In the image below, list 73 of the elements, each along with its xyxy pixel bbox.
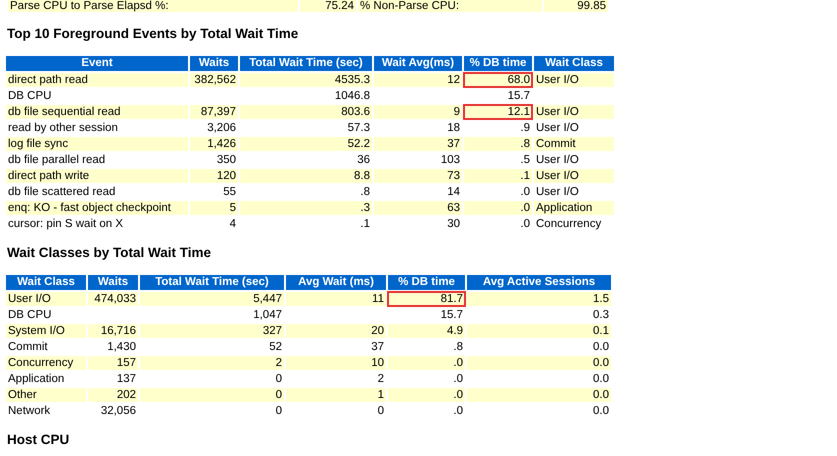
column-header: Wait Avg(ms) — [374, 56, 462, 71]
table-cell: 327 — [140, 324, 284, 338]
table-cell: 16,716 — [88, 324, 138, 338]
table-cell: .0 — [464, 201, 532, 215]
table-cell: 12.1 — [464, 105, 532, 119]
table-cell: 99.85 — [544, 0, 608, 12]
table-cell: 4535.3 — [240, 73, 372, 87]
table-cell: 1,426 — [190, 137, 238, 151]
table-cell: 157 — [88, 356, 138, 370]
column-header: Event — [6, 56, 188, 71]
table-cell: direct path read — [6, 73, 188, 87]
table-cell: .8 — [464, 137, 532, 151]
column-header: Avg Wait (ms) — [286, 275, 386, 290]
table-cell: User I/O — [534, 105, 614, 119]
table-cell: .1 — [464, 169, 532, 183]
table-cell: User I/O — [6, 292, 86, 306]
column-header: Avg Active Sessions — [467, 275, 611, 290]
table-cell: 0.0 — [467, 388, 611, 402]
column-header: % DB time — [388, 275, 465, 290]
table-cell: Other — [6, 388, 86, 402]
table-cell: Parse CPU to Parse Elapsd %: — [8, 0, 298, 12]
table-cell: 1.5 — [467, 292, 611, 306]
section-title: Wait Classes by Total Wait Time — [7, 245, 212, 261]
column-header: Wait Class — [534, 56, 614, 71]
table-cell: enq: KO - fast object checkpoint — [6, 201, 188, 215]
table-cell: direct path write — [6, 169, 188, 183]
column-header: Waits — [190, 56, 238, 71]
table-cell: Commit — [534, 137, 614, 151]
table-cell: 474,033 — [88, 292, 138, 306]
column-header: Waits — [88, 275, 138, 290]
table-cell: 8.8 — [240, 169, 372, 183]
table-cell: 0.1 — [467, 324, 611, 338]
table-cell: 9 — [374, 105, 462, 119]
section-title: Top 10 Foreground Events by Total Wait Time — [7, 26, 300, 42]
table-cell: 0.0 — [467, 356, 611, 370]
table-cell: 0 — [140, 388, 284, 402]
table-cell: 52.2 — [240, 137, 372, 151]
table-cell: 73 — [374, 169, 462, 183]
table-cell: 10 — [286, 356, 386, 370]
section-title: Host CPU — [7, 432, 70, 448]
table-cell: Application — [534, 201, 614, 215]
table-cell: 4.9 — [388, 324, 465, 338]
table-cell: User I/O — [534, 169, 614, 183]
table-cell: db file sequential read — [6, 105, 188, 119]
table-cell: 37 — [374, 137, 462, 151]
table-cell: % Non-Parse CPU: — [358, 0, 542, 12]
table-cell: 81.7 — [388, 292, 465, 306]
table-cell: 12 — [374, 73, 462, 87]
table-cell: User I/O — [534, 73, 614, 87]
column-header: % DB time — [464, 56, 532, 71]
table-cell: log file sync — [6, 137, 188, 151]
table-cell: 11 — [286, 292, 386, 306]
table-cell: 1 — [286, 388, 386, 402]
table-cell: System I/O — [6, 324, 86, 338]
column-header: Wait Class — [6, 275, 86, 290]
table-cell: 87,397 — [190, 105, 238, 119]
table-cell: .3 — [240, 201, 372, 215]
column-header: Total Wait Time (sec) — [240, 56, 372, 71]
table-cell: 803.6 — [240, 105, 372, 119]
column-header: Total Wait Time (sec) — [140, 275, 284, 290]
table-cell: 63 — [374, 201, 462, 215]
table-cell: .0 — [388, 356, 465, 370]
table-cell: 382,562 — [190, 73, 238, 87]
table-cell: 120 — [190, 169, 238, 183]
table-cell: 5,447 — [140, 292, 284, 306]
table-cell: 5 — [190, 201, 238, 215]
table-cell: Concurrency — [6, 356, 86, 370]
table-cell: 68.0 — [464, 73, 532, 87]
table-cell: 75.24 — [300, 0, 356, 12]
table-cell: 2 — [140, 356, 284, 370]
table-cell: 20 — [286, 324, 386, 338]
table-cell: 202 — [88, 388, 138, 402]
table-cell: .0 — [388, 388, 465, 402]
